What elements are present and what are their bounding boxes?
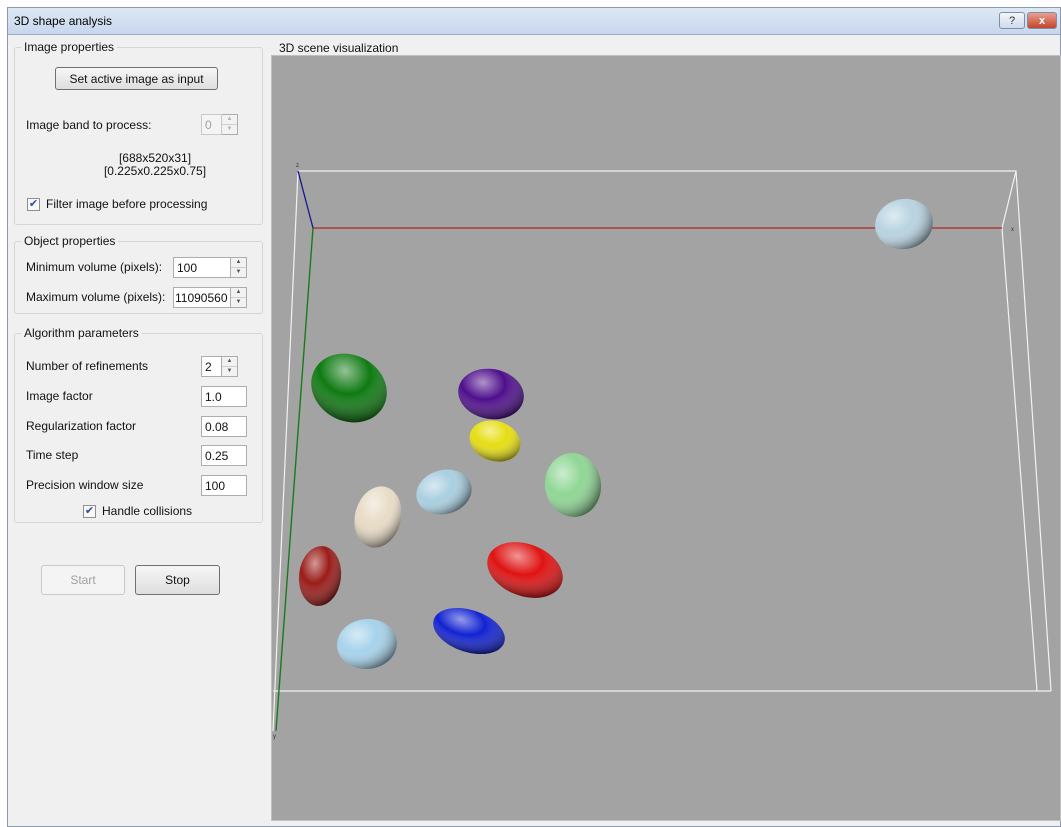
filter-checkbox[interactable]: ✔	[27, 198, 40, 211]
max-volume-input[interactable]	[173, 287, 231, 308]
close-button[interactable]: x	[1027, 12, 1057, 29]
max-volume-spinner[interactable]: ▲ ▼	[231, 287, 247, 308]
box-left-front-edge	[272, 170, 299, 732]
refinements-spinner[interactable]: ▲ ▼	[222, 356, 238, 377]
spin-down-icon[interactable]: ▼	[231, 267, 246, 277]
cell-light-green[interactable]	[541, 449, 605, 520]
start-button[interactable]: Start	[41, 565, 125, 595]
y-axis	[275, 227, 314, 732]
min-volume-label: Minimum volume (pixels):	[26, 260, 163, 274]
image-factor-label: Image factor	[26, 389, 93, 403]
cell-dark-red[interactable]	[296, 544, 344, 608]
main-window: 3D shape analysis ? x Image properties S…	[7, 7, 1061, 827]
cell-yellow[interactable]	[464, 414, 526, 468]
refinements-label: Number of refinements	[26, 359, 149, 373]
band-input[interactable]	[201, 114, 222, 135]
object-properties-title: Object properties	[21, 234, 119, 248]
x-axis-tick-mark: x	[1011, 227, 1014, 233]
collisions-checkbox[interactable]: ✔	[83, 505, 96, 518]
window-title: 3D shape analysis	[14, 14, 113, 28]
algorithm-parameters-group: Algorithm parameters Number of refinemen…	[14, 326, 263, 523]
cell-red[interactable]	[479, 532, 570, 608]
time-step-input[interactable]	[201, 445, 247, 466]
image-properties-group: Image properties Set active image as inp…	[14, 40, 263, 225]
precision-label: Precision window size	[26, 478, 144, 492]
set-active-image-button[interactable]: Set active image as input	[55, 67, 218, 90]
precision-input[interactable]	[201, 475, 247, 496]
cell-purple[interactable]	[454, 364, 528, 425]
cell-green[interactable]	[299, 341, 399, 436]
band-label: Image band to process:	[26, 118, 152, 132]
cell-light-blue-top[interactable]	[871, 194, 937, 253]
spin-up-icon[interactable]: ▲	[222, 115, 237, 124]
collisions-label: Handle collisions	[102, 504, 193, 518]
z-axis	[297, 170, 314, 229]
voxel-size: [0.225x0.225x0.75]	[103, 164, 207, 178]
spin-down-icon[interactable]: ▼	[222, 124, 237, 134]
algorithm-parameters-title: Algorithm parameters	[21, 326, 142, 340]
cell-blue[interactable]	[427, 600, 510, 663]
title-bar[interactable]: 3D shape analysis ? x	[8, 8, 1060, 35]
min-volume-spinner[interactable]: ▲ ▼	[231, 257, 247, 278]
spin-down-icon[interactable]: ▼	[222, 366, 237, 376]
min-volume-input[interactable]	[173, 257, 231, 278]
object-properties-group: Object properties Minimum volume (pixels…	[14, 234, 263, 314]
spin-up-icon[interactable]: ▲	[231, 288, 246, 297]
stop-button[interactable]: Stop	[135, 565, 220, 595]
image-factor-input[interactable]	[201, 386, 247, 407]
time-step-label: Time step	[26, 448, 79, 462]
scene-canvas[interactable]: x z y	[272, 56, 1060, 820]
band-spinner[interactable]: ▲ ▼	[222, 114, 238, 135]
cell-beige[interactable]	[348, 481, 408, 552]
z-axis-tick-mark: z	[296, 163, 299, 169]
spin-down-icon[interactable]: ▼	[231, 297, 246, 307]
regularization-input[interactable]	[201, 416, 247, 437]
help-button[interactable]: ?	[999, 12, 1025, 29]
cell-light-blue-bottom[interactable]	[335, 616, 399, 671]
max-volume-label: Maximum volume (pixels):	[26, 290, 166, 304]
box-right-back-edge	[1001, 227, 1038, 692]
scene-viewport[interactable]: x z y	[271, 55, 1061, 821]
y-axis-tick-mark: y	[273, 734, 276, 740]
regularization-label: Regularization factor	[26, 419, 137, 433]
scene-label: 3D scene visualization	[279, 41, 399, 55]
spin-up-icon[interactable]: ▲	[231, 258, 246, 267]
image-properties-title: Image properties	[21, 40, 118, 54]
image-dimensions: [688x520x31]	[118, 151, 192, 165]
refinements-input[interactable]	[201, 356, 222, 377]
filter-label: Filter image before processing	[46, 197, 208, 211]
spin-up-icon[interactable]: ▲	[222, 357, 237, 366]
box-right-front-edge	[1015, 170, 1052, 692]
cell-light-blue-middle[interactable]	[411, 464, 476, 521]
